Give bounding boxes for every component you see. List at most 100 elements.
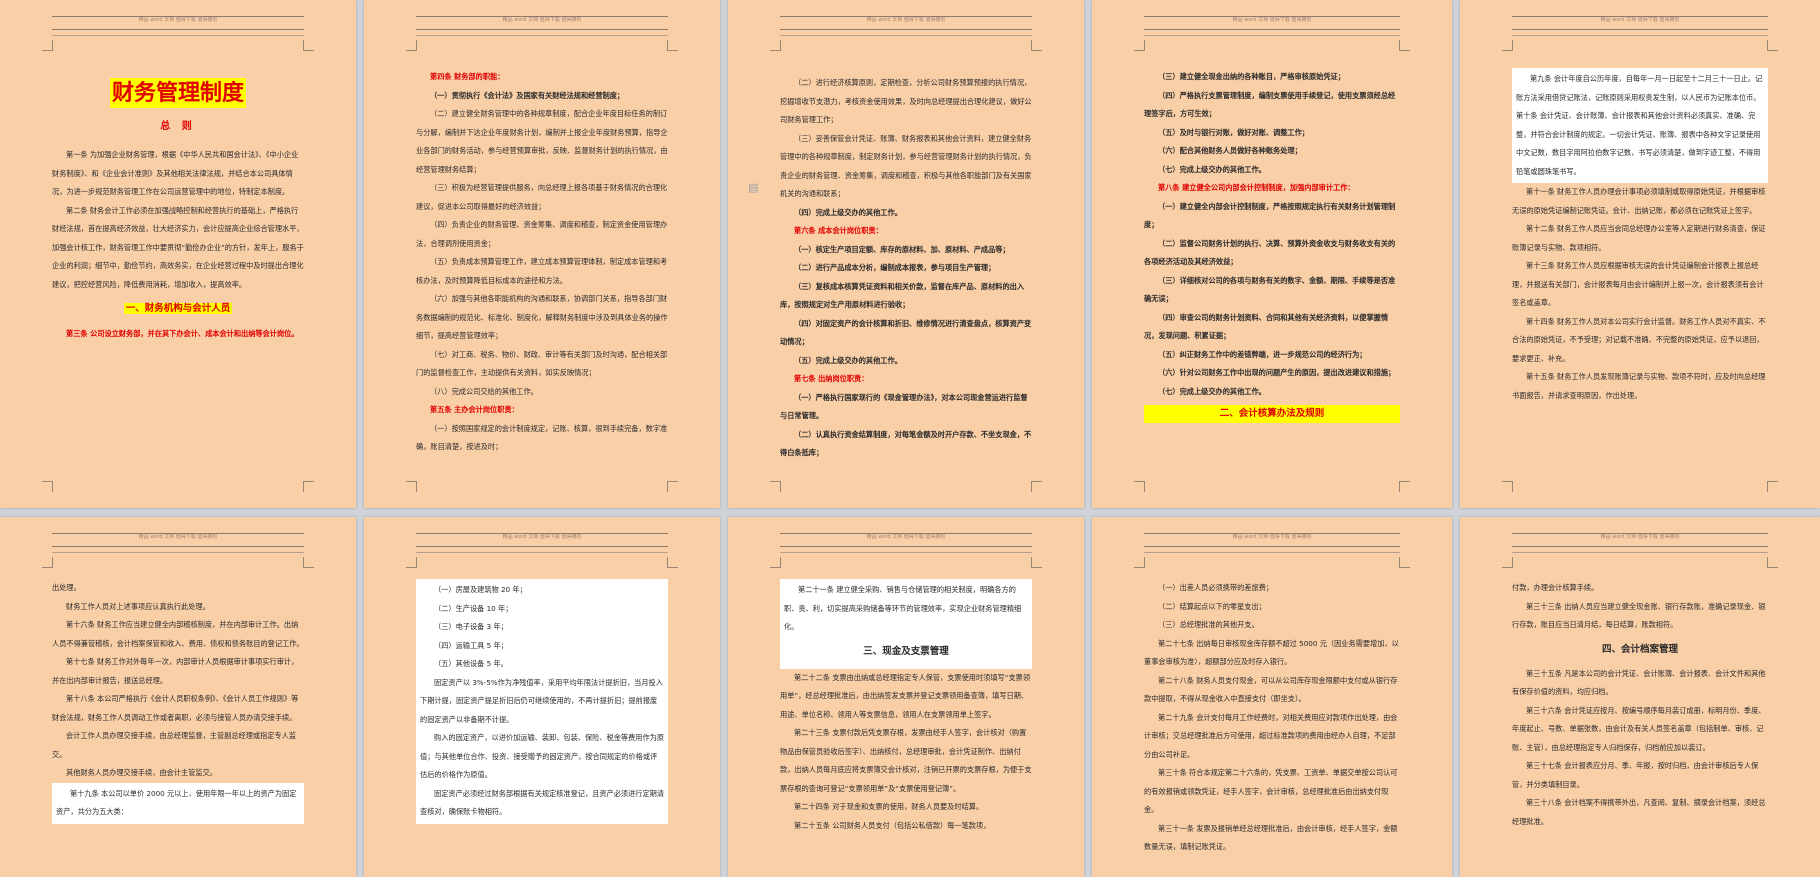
section-heading-2: 二、会计核算办法及规则: [1144, 405, 1400, 423]
list-item: 第二十三条 支票付款后凭支票存根，发票由经手人签字，会计核对（购置物品由保管员验…: [780, 728, 1032, 793]
list-item: （三）妥善保管会计凭证、账簿、财务报表和其他会计资料，建立健全财务管理中的各种规…: [780, 133, 1032, 199]
list-item: （三）详细核对公司的各项与财务有关的数字、金额、期限、手续等是否准确无误；: [1144, 275, 1396, 304]
list-item: 固定资产必须经过财务部根据有关规定核准登记，且资产必须进行定期清查核对，确保账卡…: [420, 788, 665, 817]
list-item: （六）配合其他财务人员做好各种账务处理；: [1158, 146, 1302, 155]
article-6-heading: 第六条 成本会计岗位职责：: [794, 226, 883, 235]
list-item: （八）完成公司交给的其他工作。: [430, 386, 538, 396]
highlighted-block: 第二十一条 建立健全采购、销售与仓储管理的相关制度，明确各方的职、责、利，切实提…: [780, 579, 1032, 669]
list-item: 第十四条 财务工作人员对本公司实行会计监督。财务工作人员对不真实、不合法的原始凭…: [1512, 316, 1766, 363]
list-item: （一）出差人员必须携带的差旅费；: [1158, 583, 1274, 592]
list-item: （二）进行经济核算原则，定期检查，分析公司财务预算预报的执行情况，挖掘增收节支潜…: [780, 78, 1032, 124]
list-item: 第十八条 本公司严格执行《会计人员职权条例》、《会计人员工作规则》等财会法规，财…: [52, 694, 299, 722]
list-item: （二）结算起点以下的零星支出；: [1158, 601, 1266, 611]
list-item: 第三十八条 会计档案不得携带外出，凡查阅、复制、摘录会计档案，须经总经理批准。: [1512, 798, 1766, 826]
highlighted-paragraph: 第九条 会计年度自公历年度，自每年一月一日起至十二月三十一日止。记账方法采用借贷…: [1512, 68, 1768, 183]
page-body: 第四条 财务部的职能： （一）贯彻执行《会计法》及国家有关财经法规和经营制度； …: [416, 68, 668, 457]
list-item: （七）完成上级交办的其他工作。: [1158, 164, 1266, 174]
list-item: 会计工作人员办理交接手续，由总经理监督，主管副总经理或指定专人监交。: [52, 731, 297, 759]
list-item: （六）针对公司财务工作中出现的问题产生的原因，提出改进建议和措施；: [1158, 368, 1396, 377]
document-page-5: 精品 word 文档 值得下载 值得拥有 第九条 会计年度自公历年度，自每年一月…: [1460, 0, 1820, 508]
page-body: 出处理。 财务工作人员对上述事项应认真执行此处理。 第十六条 财务工作应当建立健…: [52, 579, 304, 824]
list-item: 第二十一条 建立健全采购、销售与仓储管理的相关制度，明确各方的职、责、利，切实提…: [784, 585, 1022, 631]
list-item: （七）完成上级交办的其他工作。: [1158, 386, 1266, 396]
list-item: 第十一条 财务工作人员办理会计事项必须填制或取得原始凭证，并根据审核无误的原始凭…: [1512, 187, 1766, 215]
list-item: （三）积极为经营管理提供服务，向总经理上报各项基于财务情况的合理化建议，促进本公…: [416, 183, 668, 211]
list-item: （四）审查公司的财务计划资料、合同和其他有关经济资料，以便掌握情况，发现问题、积…: [1144, 312, 1389, 341]
article-7-heading: 第七条 出纳岗位职责：: [794, 374, 869, 383]
list-item: （一）核定生产项目定额、库存的原材料、加、原材料、产成品等；: [794, 244, 1010, 254]
page-body: 付款，办理会计核算手续。 第三十三条 出纳人员应当建立健全现金账、银行存款账，准…: [1512, 579, 1768, 831]
article-1: 第一条 为加强企业财务管理，根据《中华人民共和国会计法》、《中小企业财务制度》、…: [52, 150, 299, 196]
page-header: 精品 word 文档 值得下载 值得拥有: [780, 531, 1032, 559]
list-item: （四）完成上级交办的其他工作。: [794, 207, 902, 217]
list-item: （三）总经理批准的其他开支。: [1158, 620, 1259, 629]
list-item: （四）对固定资产的会计核算和折旧、维修情况进行清查盘点，核算资产变动情况；: [780, 318, 1032, 347]
list-item: 第三十条 符合本规定第二十六条的，凭支票、工资单、单据交单按公司认可的有效报销或…: [1144, 768, 1398, 814]
list-item: 第十五条 财务工作人员发现账簿记录与实物、款项不符时，应及时向总经理书面报告，并…: [1512, 372, 1766, 400]
page-header: 精品 word 文档 值得下载 值得拥有: [1144, 531, 1400, 559]
list-item: （二）建立健全财务管理中的各种规章制度，配合企业年度目标任务的制订与分解，编制并…: [416, 109, 668, 174]
list-item: 第三十七条 会计报表应分月、季、年报，按时归档，由会计审核后专人保管，并分类填制…: [1512, 761, 1759, 789]
list-item: （一）房屋及建筑物 20 年；: [434, 585, 527, 594]
list-item: （四）负责企业的财务管理、资金筹集、调度和稽查，制定资金使用管理办法，合理调剂使…: [416, 220, 668, 248]
page-body: 第九条 会计年度自公历年度，自每年一月一日起至十二月三十一日止。记账方法采用借贷…: [1512, 68, 1768, 405]
list-item: （二）生产设备 10 年；: [434, 603, 513, 613]
page-header: 精品 word 文档 值得下载 值得拥有: [1144, 14, 1400, 42]
list-item: 第三十五条 凡是本公司的会计凭证、会计账簿、会计报表、会计文件和其他有保存价值的…: [1512, 668, 1766, 697]
list-item: 第三十一条 发票及报销单经总经理批准后，由会计审核，经手人签字，金额数量无误，填…: [1144, 823, 1398, 852]
document-page-8: 精品 word 文档 值得下载 值得拥有 第二十一条 建立健全采购、销售与仓储管…: [728, 517, 1084, 877]
list-item: （六）加强与其他各职能机构的沟通和联系，协调部门关系，指导各部门财务数据编制的规…: [416, 294, 668, 340]
document-page-10: 精品 word 文档 值得下载 值得拥有 付款，办理会计核算手续。 第三十三条 …: [1460, 517, 1820, 877]
list-item: （三）建立健全现金出纳的各种账目，严格审核原始凭证；: [1158, 72, 1345, 81]
list-item: （二）认真执行资金结算制度，对每笔金额及时开户存款、不坐支现金，不得白条抵库；: [780, 429, 1032, 458]
page-header: 精品 word 文档 值得下载 值得拥有: [1512, 531, 1768, 559]
page-header: 精品 word 文档 值得下载 值得拥有: [416, 531, 668, 559]
article-4-heading: 第四条 财务部的职能：: [430, 72, 505, 81]
section-heading-4: 四、会计档案管理: [1601, 643, 1678, 655]
list-item: （一）建立健全内部会计控制制度，严格按照规定执行有关财务计划管理制度；: [1144, 201, 1396, 230]
article-5-heading: 第五条 主办会计岗位职责：: [430, 405, 519, 414]
list-item: （四）运输工具 5 年；: [434, 640, 508, 650]
page-body: （三）建立健全现金出纳的各种账目，严格审核原始凭证； （四）严格执行支票管理制度…: [1144, 68, 1400, 427]
highlighted-block: （一）房屋及建筑物 20 年； （二）生产设备 10 年； （三）电子设备 3 …: [416, 579, 668, 824]
article-3: 第三条 公司设立财务部，并在其下办会计、成本会计和出纳等会计岗位。: [66, 328, 299, 338]
list-item: 出处理。: [52, 583, 81, 592]
general-provisions-heading: 总 则: [160, 121, 196, 132]
document-icon[interactable]: ▤: [748, 181, 759, 194]
list-item: 第十二条 财务工作人员应当会同总经理办公室等人定期进行财务清查，保证账簿记录与实…: [1512, 224, 1766, 252]
list-item: （二）监督公司财务计划的执行、决算、预算外资金收支与财务收支有关的各项经济活动及…: [1144, 238, 1396, 267]
document-page-6: 精品 word 文档 值得下载 值得拥有 出处理。 财务工作人员对上述事项应认真…: [0, 517, 356, 877]
document-page-1: 精品 word 文档 值得下载 值得拥有 财务管理制度 总 则 第一条 为加强企…: [0, 0, 356, 508]
list-item: 第十六条 财务工作应当建立健全内部稽核制度，并在内部审计工作。出纳人员不得兼管稽…: [52, 620, 304, 648]
list-item: 第三十三条 出纳人员应当建立健全现金账、银行存款账，准确记录现金、银行存款，账目…: [1512, 601, 1766, 630]
page-header: 精品 word 文档 值得下载 值得拥有: [52, 531, 304, 559]
page-header: 精品 word 文档 值得下载 值得拥有: [416, 14, 668, 42]
section-heading-3: 三、现金及支票管理: [863, 645, 949, 657]
list-item: （一）按照国家规定的会计制度规定，记账、核算，很到手续完备，数字准确，账目清楚，…: [416, 423, 668, 452]
document-page-3: 精品 word 文档 值得下载 值得拥有 （二）进行经济核算原则，定期检查，分析…: [728, 0, 1084, 508]
document-title: 财务管理制度: [109, 78, 246, 108]
article-8-heading: 第八条 建立健全公司内部会计控制制度，加强内部审计工作：: [1158, 183, 1355, 192]
list-item: 第二十九条 会计支付每月工作经费时，对相关费用应对款项作出处理，由会计审核；交总…: [1144, 712, 1398, 759]
page-header: 精品 word 文档 值得下载 值得拥有: [780, 14, 1032, 42]
list-item: （一）严格执行国家现行的《现金管理办法》，对本公司现金营运进行监督与日常管理。: [780, 392, 1028, 421]
list-item: （五）其他设备 5 年。: [434, 659, 508, 668]
list-item: 第二十二条 支票由出纳或总经理指定专人保管，支票使用时须填写“支票领用单”，经总…: [780, 672, 1031, 719]
page-body: 财务管理制度 总 则 第一条 为加强企业财务管理，根据《中华人民共和国会计法》、…: [52, 56, 304, 343]
page-header: 精品 word 文档 值得下载 值得拥有: [1512, 14, 1768, 42]
page-body: （一）出差人员必须携带的差旅费； （二）结算起点以下的零星支出； （三）总经理批…: [1144, 579, 1400, 857]
page-body: （二）进行经济核算原则，定期检查，分析公司财务预算预报的执行情况，挖掘增收节支潜…: [780, 74, 1032, 463]
document-page-7: 精品 word 文档 值得下载 值得拥有 （一）房屋及建筑物 20 年； （二）…: [364, 517, 720, 877]
list-item: （四）严格执行支票管理制度，编制支票使用手续登记，使用支票须经总经理签字后，方可…: [1144, 90, 1396, 119]
list-item: 第十三条 财务工作人员应根据审核无误的会计凭证编制会计报表上报总经理，并报送有关…: [1512, 261, 1764, 307]
list-item: 购入的固定资产，以进价加运输、装卸、包装、保险、税金等费用作为原值；与其他单位合…: [420, 733, 665, 779]
page-header: 精品 word 文档 值得下载 值得拥有: [52, 14, 304, 42]
article-2: 第二条 财务会计工作必须在加强战略控制和经营执行的基础上，严格执行财经法规，首在…: [52, 205, 304, 289]
list-item: （七）对工商、税务、物价、财政、审计等有关部门及时沟通，配合相关部门的监督检查工…: [416, 349, 668, 378]
list-item: 第二十四条 对于现金和支票的使用，财务人员要及时结算。: [794, 802, 984, 811]
list-item: 付款，办理会计核算手续。: [1512, 583, 1599, 592]
list-item: 第二十五条 公司财务人员支付（包括公私借款）每一笔款项，: [794, 820, 991, 830]
list-item: （五）及时与银行对账，做好对账、调整工作；: [1158, 127, 1309, 137]
list-item: （三）复核成本核算凭证资料和相关价款，监督在库产品、原材料的出入库，按照规定对生…: [780, 281, 1025, 310]
list-item: （二）进行产品成本分析，编制成本报表，参与项目生产管理；: [794, 263, 996, 272]
